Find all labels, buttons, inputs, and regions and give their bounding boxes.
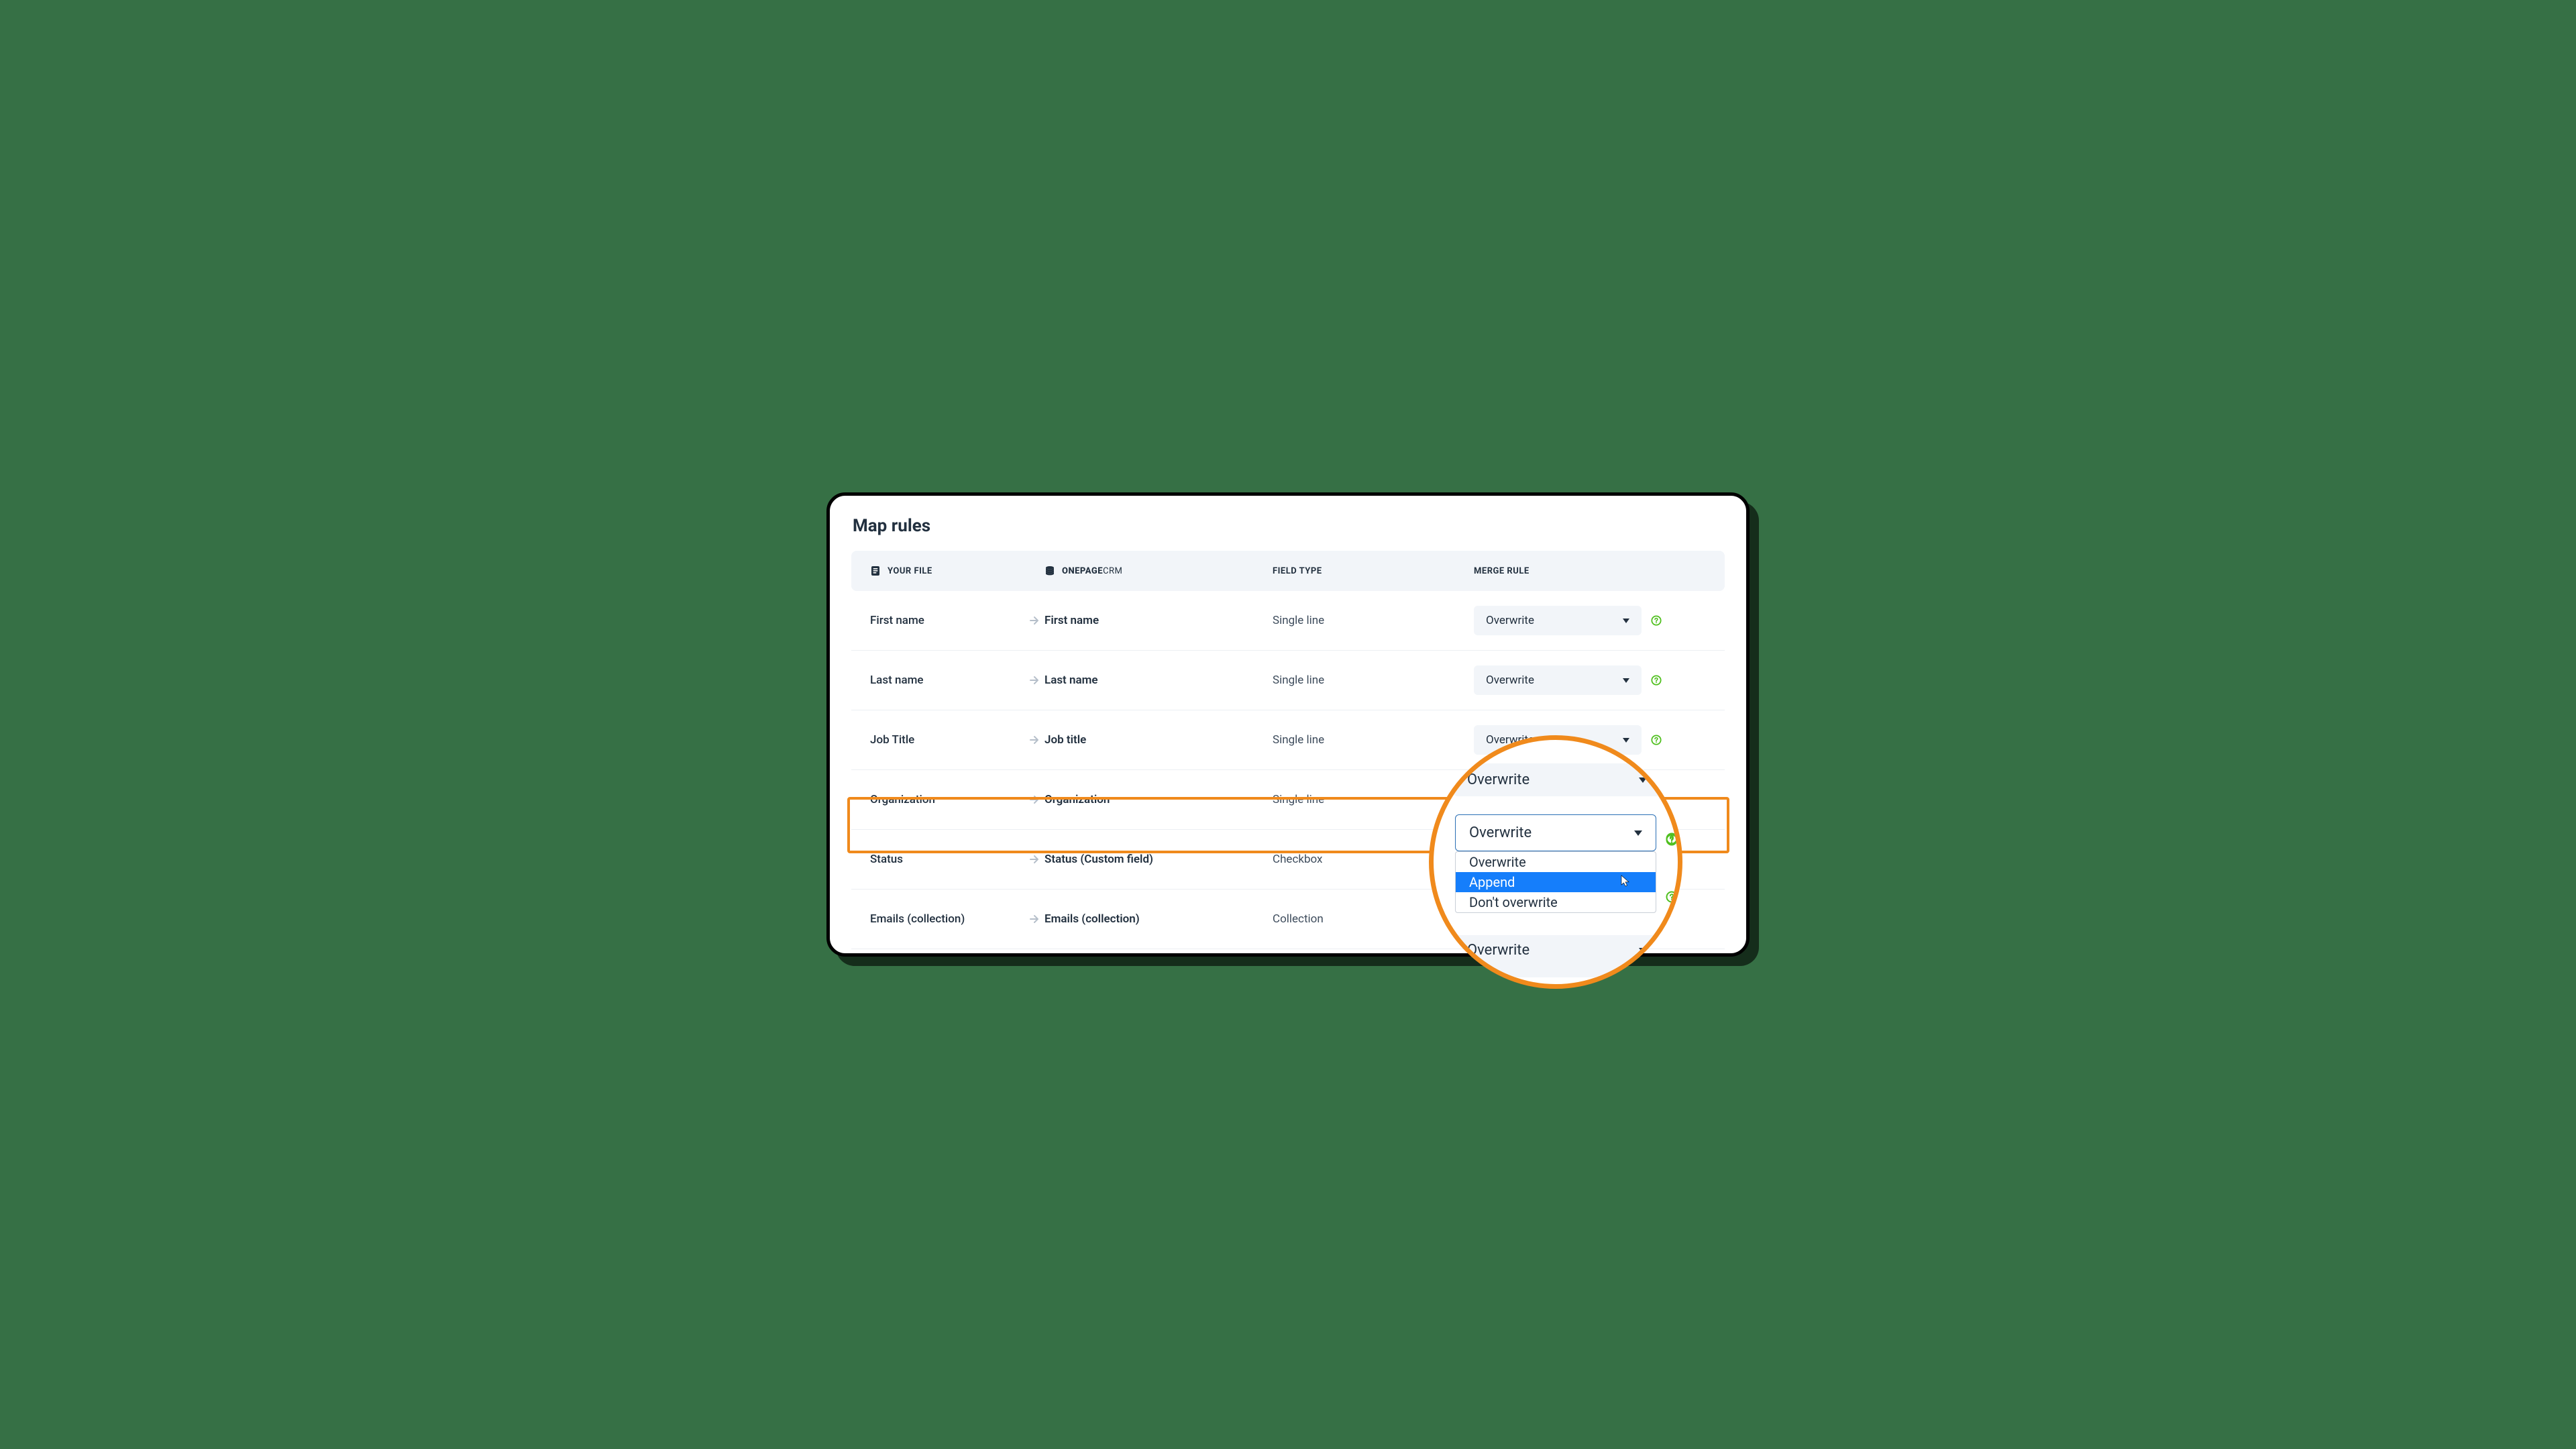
arrow-right-icon <box>1024 794 1044 806</box>
merge-rule-select[interactable]: Overwrite <box>1454 935 1660 977</box>
destination-field: First name <box>1044 614 1273 627</box>
column-header-label: YOUR FILE <box>888 566 932 576</box>
table-row: First nameFirst nameSingle lineOverwrite <box>851 591 1725 651</box>
zoom-lens: Overwrite Overwrite OverwriteAppendDon't… <box>1429 735 1682 989</box>
column-header-label: ONEPAGECRM <box>1062 566 1122 576</box>
select-value: Overwrite <box>1467 771 1529 788</box>
field-type-value: Single line <box>1273 674 1474 687</box>
merge-rule-option[interactable]: Append <box>1456 872 1656 892</box>
zoom-content: Overwrite Overwrite OverwriteAppendDon't… <box>1434 740 1678 984</box>
chevron-down-icon <box>1623 619 1629 623</box>
arrow-right-icon <box>1024 674 1044 686</box>
select-value: Overwrite <box>1469 824 1532 841</box>
help-icon[interactable] <box>1651 675 1662 686</box>
database-icon <box>1044 566 1055 576</box>
source-field: Organization <box>870 793 1024 806</box>
source-field: Emails (collection) <box>870 912 1024 926</box>
merge-rule-option[interactable]: Don't overwrite <box>1456 892 1656 912</box>
arrow-right-icon <box>1024 734 1044 746</box>
chevron-down-icon <box>1623 678 1629 683</box>
file-icon <box>870 566 881 576</box>
source-field: Last name <box>870 674 1024 687</box>
merge-rule-select[interactable]: Overwrite <box>1474 665 1642 695</box>
cursor-icon <box>1621 875 1630 887</box>
arrow-right-icon <box>1024 913 1044 925</box>
source-field: Job Title <box>870 733 1024 747</box>
source-field: Status <box>870 853 1024 866</box>
select-value: Overwrite <box>1467 942 1529 959</box>
chevron-down-icon <box>1639 777 1647 783</box>
stage: Map rules YOUR FILE ONEPAGECRM FIELD TYP… <box>800 451 1776 998</box>
source-field: First name <box>870 614 1024 627</box>
column-header-merge-rule: MERGE RULE <box>1474 566 1706 576</box>
destination-field: Last name <box>1044 674 1273 687</box>
column-header-onepagecrm: ONEPAGECRM <box>1044 566 1273 576</box>
merge-rule-cell: Overwrite <box>1474 665 1706 695</box>
page-title: Map rules <box>853 516 1725 536</box>
help-icon[interactable] <box>1651 615 1662 626</box>
merge-rule-options-list: OverwriteAppendDon't overwrite <box>1455 851 1656 913</box>
select-value: Overwrite <box>1486 674 1534 687</box>
merge-rule-select-open[interactable]: Overwrite <box>1455 814 1656 851</box>
table-row: Last nameLast nameSingle lineOverwrite <box>851 651 1725 710</box>
chevron-down-icon <box>1634 830 1642 836</box>
help-icon[interactable] <box>1666 833 1678 845</box>
destination-field: Emails (collection) <box>1044 912 1273 926</box>
destination-field: Status (Custom field) <box>1044 853 1273 866</box>
destination-field: Job title <box>1044 733 1273 747</box>
help-icon[interactable] <box>1666 891 1678 903</box>
merge-rule-select[interactable]: Overwrite <box>1454 763 1660 796</box>
merge-rule-option[interactable]: Overwrite <box>1456 852 1656 872</box>
merge-rule-cell: Overwrite <box>1474 606 1706 635</box>
merge-rule-select[interactable]: Overwrite <box>1474 606 1642 635</box>
column-header-field-type: FIELD TYPE <box>1273 566 1474 576</box>
destination-field: Organization <box>1044 793 1273 806</box>
select-value: Overwrite <box>1486 614 1534 627</box>
arrow-right-icon <box>1024 853 1044 865</box>
arrow-right-icon <box>1024 614 1044 627</box>
table-header-row: YOUR FILE ONEPAGECRM FIELD TYPE MERGE RU… <box>851 551 1725 591</box>
column-header-your-file: YOUR FILE <box>870 566 1044 576</box>
field-type-value: Single line <box>1273 614 1474 627</box>
chevron-down-icon <box>1639 948 1647 953</box>
